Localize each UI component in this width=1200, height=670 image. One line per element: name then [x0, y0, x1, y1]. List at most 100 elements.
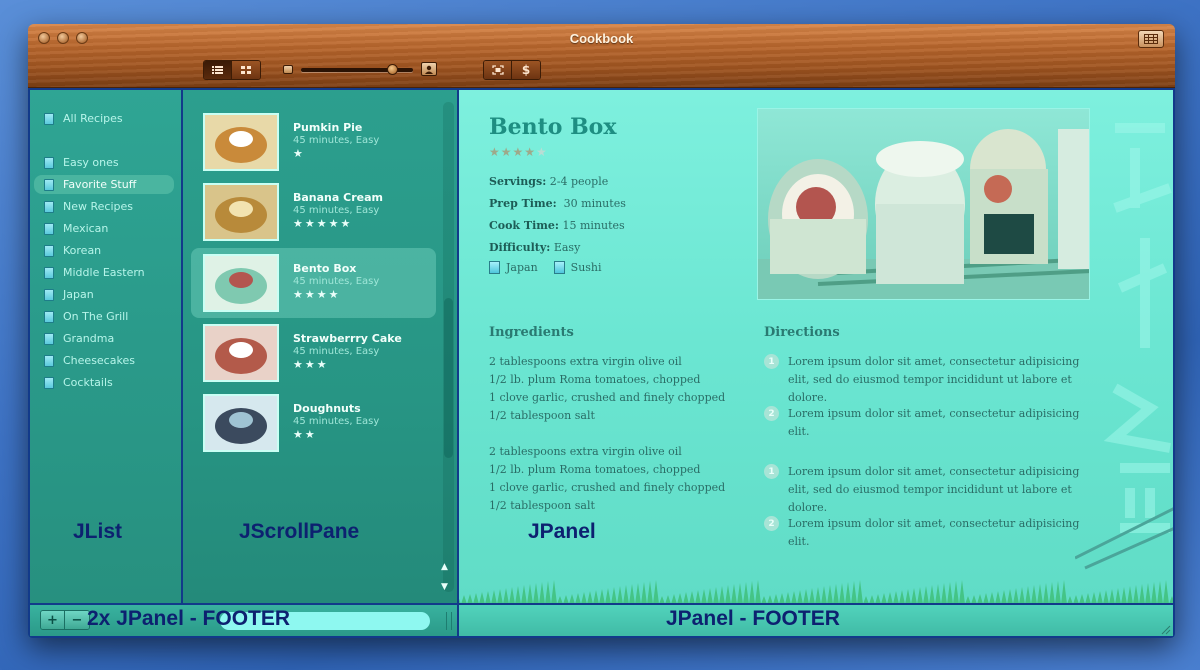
sidebar-item-mexican[interactable]: Mexican	[34, 219, 174, 238]
sidebar-item-icon	[44, 112, 54, 125]
sidebar-item-label: All Recipes	[63, 112, 123, 125]
sidebar-item-icon	[44, 376, 54, 389]
ingredient-line: 1 clove garlic, crushed and finely chopp…	[489, 391, 726, 404]
recipe-tags: Japan Sushi	[489, 261, 602, 274]
title-bar: Cookbook $	[28, 24, 1175, 88]
recipe-row[interactable]: Banana Cream 45 minutes, Easy ★★★★★	[191, 177, 436, 247]
step-number: 2	[764, 406, 779, 421]
direction-step: 2 Lorem ipsum dolor sit amet, consectetur…	[764, 515, 1094, 551]
rating-stars-on: ★★★★	[489, 145, 537, 159]
recipe-name: Pumkin Pie	[293, 121, 363, 134]
view-mode-segmented	[203, 60, 261, 80]
recipe-meta: 45 minutes, Easy	[293, 276, 380, 287]
sidebar-item-label: Favorite Stuff	[63, 178, 137, 191]
direction-step: 1 Lorem ipsum dolor sit amet, consectetur…	[764, 353, 1094, 407]
jpanel-label: JPanel	[528, 520, 596, 543]
list-view-icon[interactable]	[204, 61, 232, 79]
sidebar-item-icon	[44, 310, 54, 323]
ingredient-line: 1/2 lb. plum Roma tomatoes, chopped	[489, 373, 701, 386]
cook-time-field: Cook Time: 15 minutes	[489, 219, 625, 232]
step-text: Lorem ipsum dolor sit amet, consectetur …	[788, 465, 1080, 514]
sidebar-item-cheesecakes[interactable]: Cheesecakes	[34, 351, 174, 370]
sidebar-item-all-recipes[interactable]: All Recipes	[34, 109, 174, 128]
small-photo-icon	[283, 65, 293, 74]
sidebar-item-favorite-stuff[interactable]: Favorite Stuff	[34, 175, 174, 194]
sidebar-item-cocktails[interactable]: Cocktails	[34, 373, 174, 392]
sidebar-item-icon	[44, 332, 54, 345]
prep-time-field: Prep Time: 30 minutes	[489, 197, 626, 210]
table-icon	[1144, 34, 1158, 44]
difficulty-field: Difficulty: Easy	[489, 241, 581, 254]
grid-view-icon[interactable]	[232, 61, 260, 79]
ingredients-list: 2 tablespoons extra virgin olive oil 1/2 …	[489, 353, 725, 515]
dollar-icon[interactable]: $	[512, 61, 540, 79]
sidebar-item-label: Japan	[63, 288, 94, 301]
folder-icon	[489, 261, 500, 274]
sidebar-item-icon	[44, 288, 54, 301]
ingredient-line: 2 tablespoons extra virgin olive oil	[489, 355, 682, 368]
tag-japan[interactable]: Japan	[506, 261, 538, 274]
recipe-meta: 45 minutes, Easy	[293, 346, 380, 357]
remove-button[interactable]: −	[65, 611, 89, 629]
recipe-thumbnail	[203, 113, 279, 171]
calendar-grid-button[interactable]	[1138, 30, 1164, 48]
sidebar-item-easy-ones[interactable]: Easy ones	[34, 153, 174, 172]
recipe-meta: 45 minutes, Easy	[293, 135, 380, 146]
directions-heading: Directions	[764, 325, 840, 340]
sidebar-item-japan[interactable]: Japan	[34, 285, 174, 304]
footer-left-label: 2x JPanel - FOOTER	[87, 607, 291, 630]
large-photo-icon	[421, 62, 437, 76]
ingredient-line: 1/2 lb. plum Roma tomatoes, chopped	[489, 463, 701, 476]
jscrollpane-label: JScrollPane	[239, 520, 360, 543]
sidebar-item-grandma[interactable]: Grandma	[34, 329, 174, 348]
step-number: 2	[764, 516, 779, 531]
recipe-photo	[757, 108, 1090, 300]
direction-step: 1 Lorem ipsum dolor sit amet, consectetur…	[764, 463, 1094, 517]
sidebar-item-label: New Recipes	[63, 200, 133, 213]
scroll-down-arrow-icon[interactable]: ▼	[441, 582, 448, 592]
sidebar-item-on-the-grill[interactable]: On The Grill	[34, 307, 174, 326]
sidebar-item-icon	[44, 244, 54, 257]
sidebar-item-label: Middle Eastern	[63, 266, 145, 279]
vertical-scrollbar[interactable]	[443, 102, 454, 592]
resize-grip-icon[interactable]	[1159, 623, 1171, 635]
fullscreen-icon[interactable]	[484, 61, 512, 79]
sidebar-item-korean[interactable]: Korean	[34, 241, 174, 260]
recipe-thumbnail	[203, 394, 279, 452]
recipe-thumbnail	[203, 324, 279, 382]
zoom-slider-knob[interactable]	[387, 64, 399, 75]
recipe-row[interactable]: Bento Box 45 minutes, Easy ★★★★	[191, 248, 436, 318]
split-grip-icon[interactable]	[446, 612, 452, 630]
recipe-row[interactable]: Doughnuts 45 minutes, Easy ★★	[191, 388, 436, 458]
recipe-thumbnail	[203, 254, 279, 312]
tag-sushi[interactable]: Sushi	[571, 261, 602, 274]
recipe-row[interactable]: Pumkin Pie 45 minutes, Easy ★	[191, 107, 436, 177]
jlist-label: JList	[73, 520, 123, 543]
sidebar-item-icon	[44, 222, 54, 235]
step-number: 1	[764, 464, 779, 479]
sidebar-item-new-recipes[interactable]: New Recipes	[34, 197, 174, 216]
add-button[interactable]: +	[41, 611, 65, 629]
sidebar-item-label: Cocktails	[63, 376, 113, 389]
sidebar-item-icon	[44, 266, 54, 279]
grass-decoration-icon	[458, 580, 1175, 604]
recipe-row[interactable]: Strawberrry Cake 45 minutes, Easy ★★★	[191, 318, 436, 388]
cookbook-window: Cookbook $ All Recipes Easy ones Favorit…	[28, 24, 1175, 638]
recipe-name: Bento Box	[293, 262, 357, 275]
sidebar-item-label: Grandma	[63, 332, 115, 345]
ingredient-line: 1/2 tablespoon salt	[489, 409, 595, 422]
zoom-slider[interactable]	[301, 64, 413, 75]
scrollbar-thumb[interactable]	[444, 298, 453, 458]
sidebar-item-label: Korean	[63, 244, 102, 257]
sidebar-item-label: Cheesecakes	[63, 354, 135, 367]
direction-step: 2 Lorem ipsum dolor sit amet, consectetur…	[764, 405, 1094, 441]
recipe-meta: 45 minutes, Easy	[293, 205, 380, 216]
recipe-stars: ★★★★	[293, 288, 341, 301]
step-number: 1	[764, 354, 779, 369]
sidebar-item-middle-eastern[interactable]: Middle Eastern	[34, 263, 174, 282]
ingredient-line: 1/2 tablespoon salt	[489, 499, 595, 512]
recipe-rating[interactable]: ★★★★★	[489, 145, 548, 159]
scroll-up-arrow-icon[interactable]: ▲	[441, 562, 448, 572]
sidebar-item-icon	[44, 156, 54, 169]
folder-icon	[553, 261, 565, 274]
